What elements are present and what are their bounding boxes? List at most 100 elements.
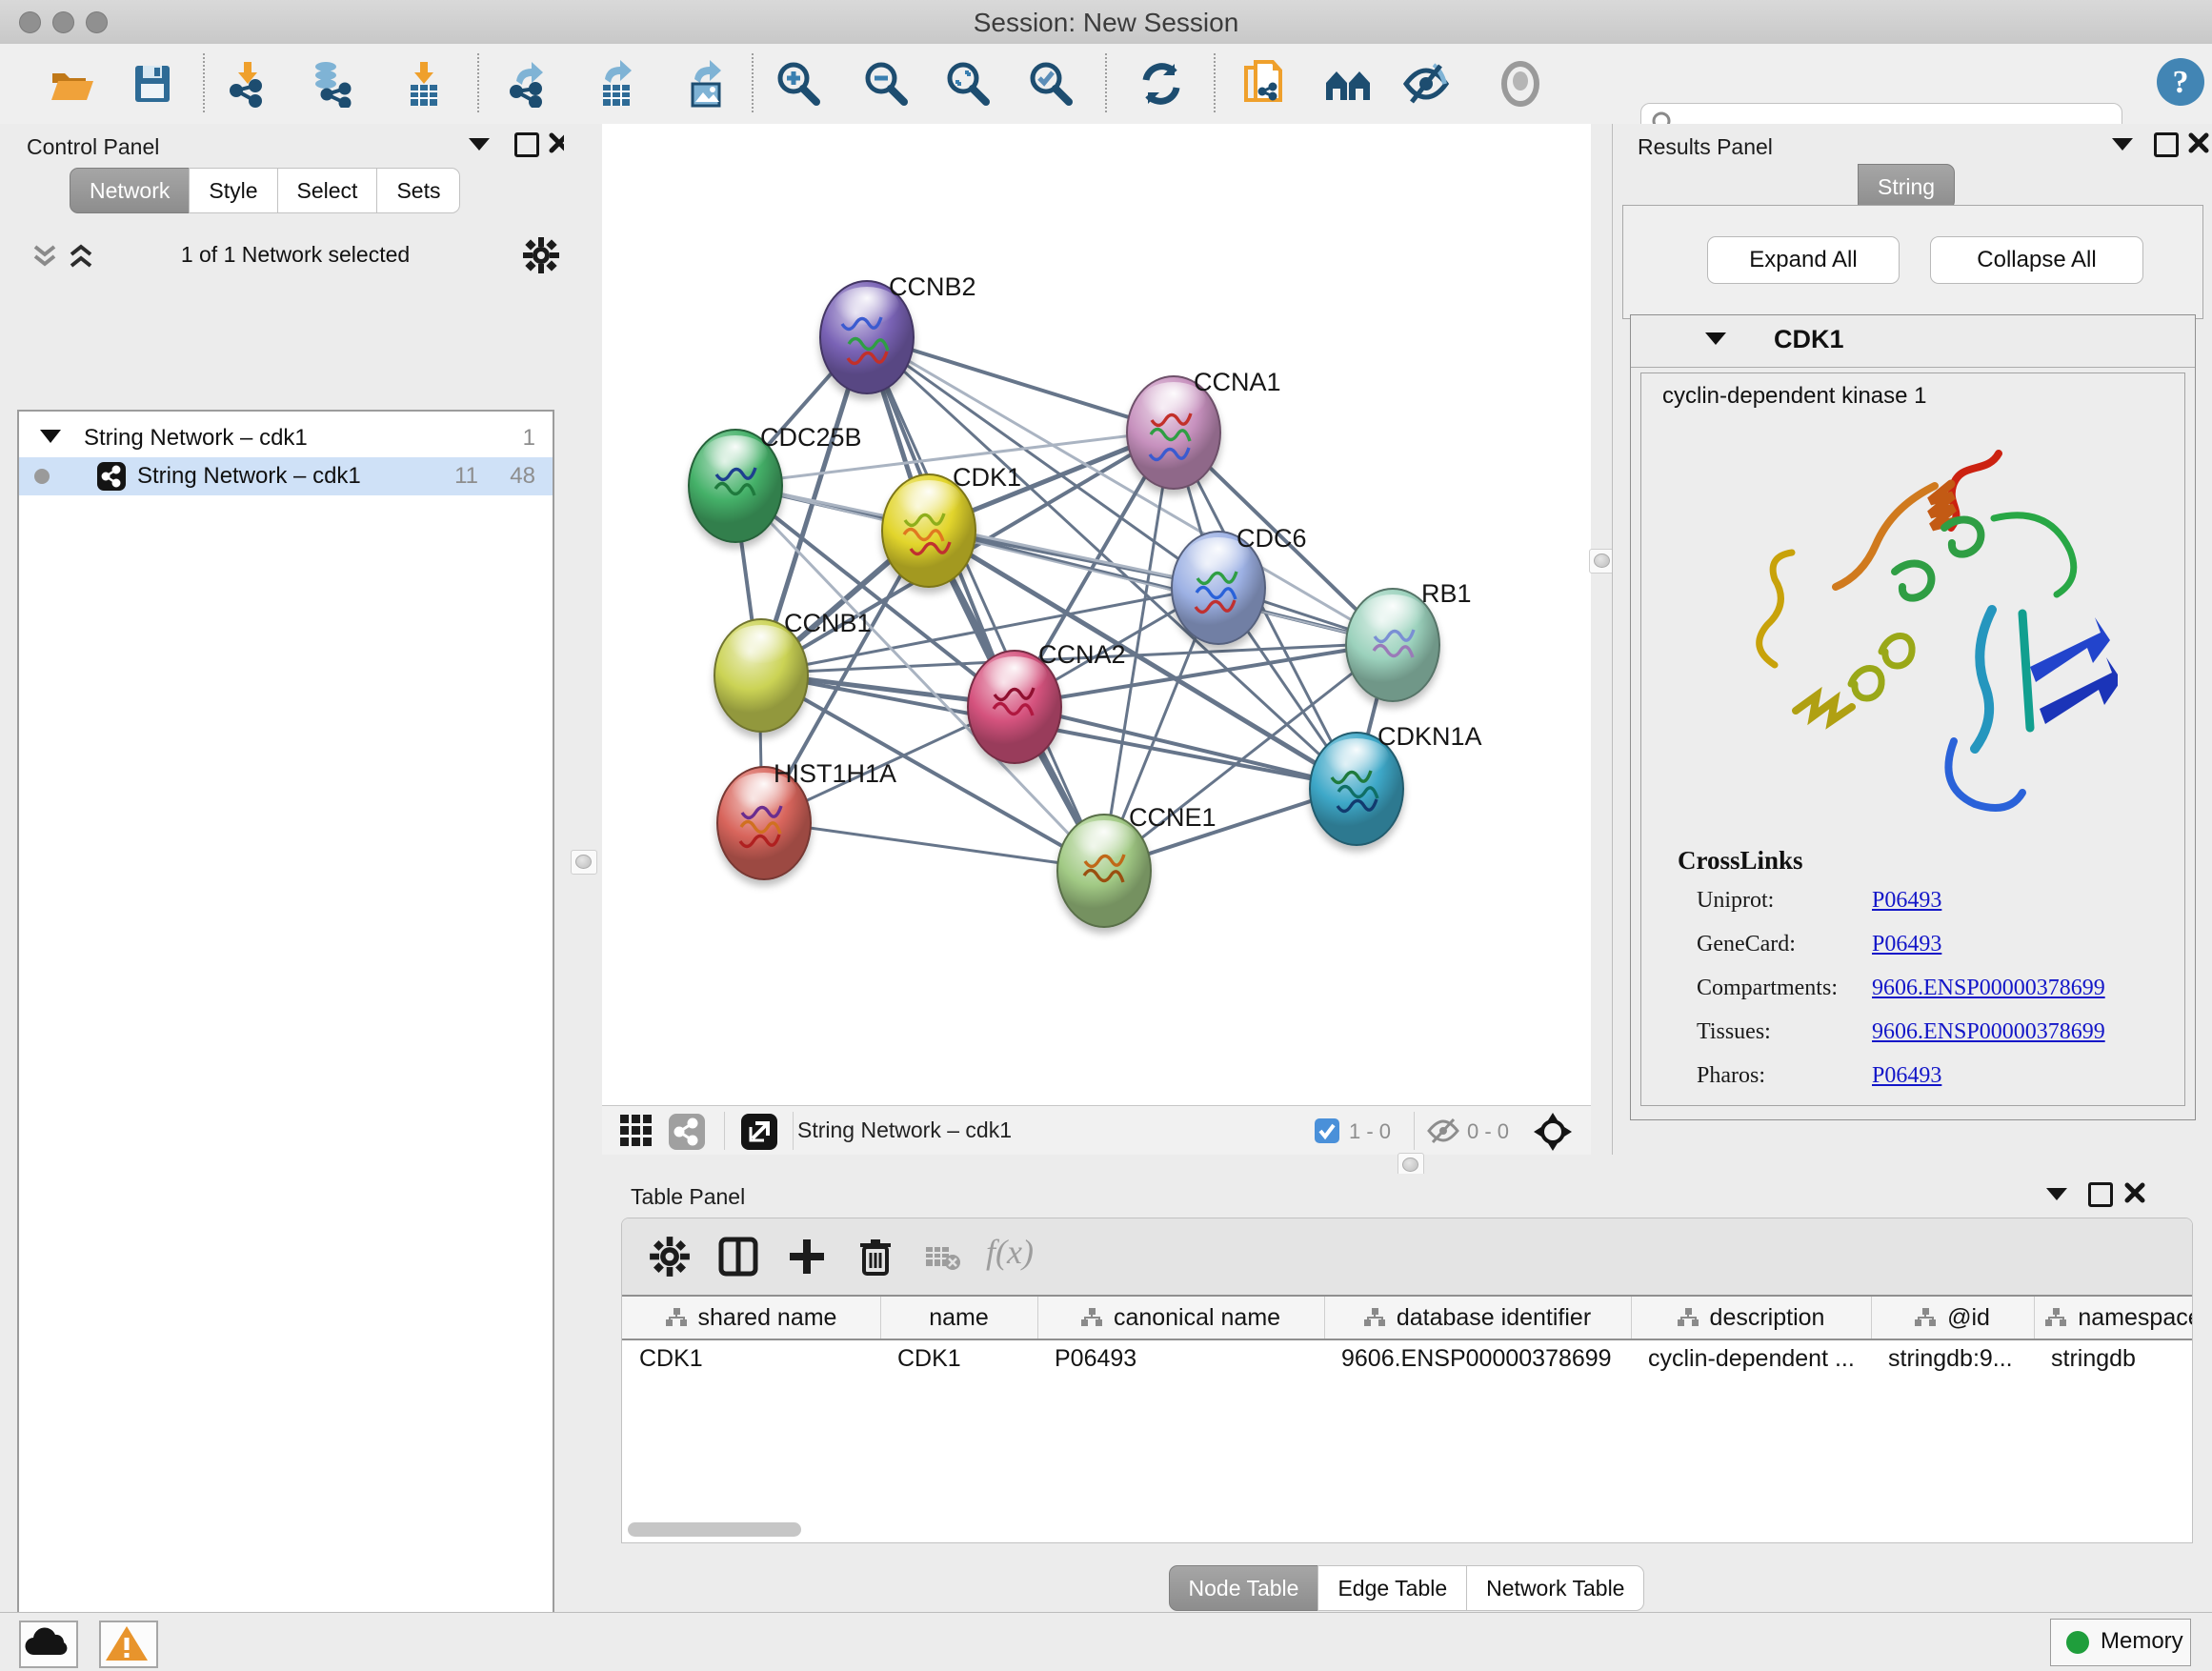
tab-network-table[interactable]: Network Table [1466, 1565, 1644, 1611]
table-cell[interactable]: cyclin-dependent ... [1631, 1339, 1871, 1379]
tab-style[interactable]: Style [189, 168, 277, 213]
table-panel-menu-icon[interactable] [2046, 1188, 2067, 1200]
collapse-all-icon[interactable] [30, 243, 59, 270]
export-table-icon[interactable] [593, 60, 641, 108]
table-cell[interactable]: stringdb [2034, 1339, 2193, 1379]
export-image-icon[interactable] [683, 60, 731, 108]
protein-thumbnail [705, 457, 766, 524]
collapse-all-button[interactable]: Collapse All [1930, 236, 2143, 284]
open-session-icon[interactable] [48, 60, 95, 108]
zoom-out-icon[interactable] [862, 60, 910, 108]
table-cell[interactable]: stringdb:9... [1871, 1339, 2034, 1379]
import-network-from-file-icon[interactable] [224, 60, 271, 108]
splitter-handle[interactable] [571, 850, 597, 875]
column-namespace-icon [1364, 1308, 1385, 1327]
table-cell[interactable]: P06493 [1037, 1339, 1324, 1379]
column-header-name[interactable]: name [880, 1297, 1038, 1339]
crosslink-link[interactable]: P06493 [1872, 1063, 1941, 1089]
memory-button[interactable]: Memory [2050, 1619, 2191, 1666]
save-session-icon[interactable] [129, 60, 176, 108]
crosslink-link[interactable]: P06493 [1872, 888, 1941, 914]
results-panel-menu-icon[interactable] [2112, 138, 2133, 151]
table-row[interactable]: CDK1CDK1P064939606.ENSP00000378699cyclin… [622, 1339, 2192, 1379]
results-panel-close-icon[interactable] [2188, 132, 2209, 153]
control-panel-menu-icon[interactable] [469, 138, 490, 151]
crosslink-link[interactable]: P06493 [1872, 932, 1941, 957]
open-in-cytoscape-web-icon[interactable] [1241, 60, 1289, 108]
network-edge-count: 48 [510, 463, 535, 490]
function-builder-icon[interactable]: f(x) [986, 1232, 1062, 1279]
birdseye-toggle-icon[interactable] [1534, 1113, 1572, 1151]
toolbar-divider [1214, 53, 1216, 112]
vertical-splitter-left[interactable] [564, 124, 602, 1612]
column-header-namespace[interactable]: namespace [2034, 1297, 2193, 1339]
tab-edge-table[interactable]: Edge Table [1317, 1565, 1467, 1611]
expand-all-icon[interactable] [67, 243, 95, 270]
table-panel-float-icon[interactable] [2088, 1182, 2113, 1207]
hide-graphics-details-icon[interactable] [1402, 60, 1450, 108]
protein-thumbnail [1188, 559, 1249, 626]
horizontal-scrollbar-thumb[interactable] [628, 1522, 801, 1537]
tab-sets[interactable]: Sets [376, 168, 460, 213]
vertical-splitter-right[interactable] [1591, 124, 1612, 1174]
table-settings-gear-icon[interactable] [649, 1236, 693, 1279]
control-panel-float-icon[interactable] [514, 132, 539, 157]
column-header-shared-name[interactable]: shared name [622, 1297, 881, 1339]
toggle-birdseye-icon[interactable] [1497, 60, 1544, 108]
string-view-icon[interactable] [669, 1114, 705, 1150]
edge-CCNE1-HIST1H1A[interactable] [762, 821, 1102, 869]
results-panel-float-icon[interactable] [2154, 132, 2179, 157]
tab-string[interactable]: String [1858, 164, 1955, 210]
network-options-gear-icon[interactable] [522, 236, 560, 274]
table-cell[interactable]: CDK1 [622, 1339, 880, 1379]
column-header--id[interactable]: @id [1871, 1297, 2035, 1339]
network-collection-row[interactable]: String Network – cdk1 1 [19, 419, 553, 457]
column-header-description[interactable]: description [1631, 1297, 1872, 1339]
export-network-icon[interactable] [505, 60, 553, 108]
cloud-button[interactable] [19, 1621, 78, 1668]
fit-selected-icon[interactable] [1027, 60, 1075, 108]
column-header-canonical-name[interactable]: canonical name [1037, 1297, 1325, 1339]
collection-expand-icon[interactable] [40, 430, 61, 443]
crosslinks-list: Uniprot:P06493GeneCard:P06493Compartment… [1641, 888, 2184, 1107]
tab-network[interactable]: Network [70, 168, 190, 213]
gene-section-header[interactable]: CDK1 [1631, 315, 2195, 368]
crosslink-label: Uniprot: [1697, 888, 1774, 914]
table-cell[interactable]: CDK1 [880, 1339, 1037, 1379]
column-header-label: name [929, 1304, 989, 1332]
network-row-selected[interactable]: String Network – cdk1 11 48 [19, 457, 553, 495]
warnings-button[interactable] [99, 1621, 158, 1668]
tab-node-table[interactable]: Node Table [1169, 1565, 1319, 1611]
network-canvas[interactable]: CCNB2CCNA1CDC25BCDK1CDC6RB1CCNB1CCNA2CDK… [602, 124, 1591, 1105]
show-graphics-details-icon[interactable] [1324, 60, 1372, 108]
network-edges [602, 124, 1591, 1105]
crosslink-label: GeneCard: [1697, 932, 1796, 957]
control-panel-title: Control Panel [27, 134, 159, 160]
import-table-from-file-icon[interactable] [400, 60, 448, 108]
tab-select[interactable]: Select [277, 168, 378, 213]
selected-checkbox-icon[interactable] [1315, 1118, 1339, 1143]
open-view-icon[interactable] [741, 1114, 777, 1150]
horizontal-splitter[interactable] [602, 1155, 2212, 1174]
create-column-icon[interactable] [786, 1236, 830, 1279]
table-cell[interactable]: 9606.ENSP00000378699 [1324, 1339, 1631, 1379]
delete-column-icon[interactable] [855, 1236, 898, 1279]
help-icon[interactable]: ? [2155, 56, 2202, 104]
apply-preferred-layout-icon[interactable] [1137, 60, 1185, 108]
crosslink-link[interactable]: 9606.ENSP00000378699 [1872, 976, 2105, 1001]
fit-content-icon[interactable] [944, 60, 992, 108]
gene-collapse-icon[interactable] [1705, 332, 1726, 345]
show-columns-icon[interactable] [717, 1236, 761, 1279]
network-tree: String Network – cdk1 1 String Network –… [17, 410, 554, 1671]
table-panel-close-icon[interactable] [2124, 1182, 2145, 1203]
import-network-from-database-icon[interactable] [310, 60, 357, 108]
delete-table-icon[interactable] [925, 1243, 961, 1272]
expand-all-button[interactable]: Expand All [1707, 236, 1900, 284]
network-node-count: 11 [454, 463, 478, 490]
grid-mode-icon[interactable] [619, 1114, 655, 1150]
zoom-in-icon[interactable] [774, 60, 822, 108]
edge-CCNA2-CDKN1A[interactable] [1013, 705, 1355, 787]
crosslink-link[interactable]: 9606.ENSP00000378699 [1872, 1019, 2105, 1045]
column-header-database-identifier[interactable]: database identifier [1324, 1297, 1632, 1339]
edge-CCNB2-CCNE1[interactable] [865, 335, 1102, 869]
